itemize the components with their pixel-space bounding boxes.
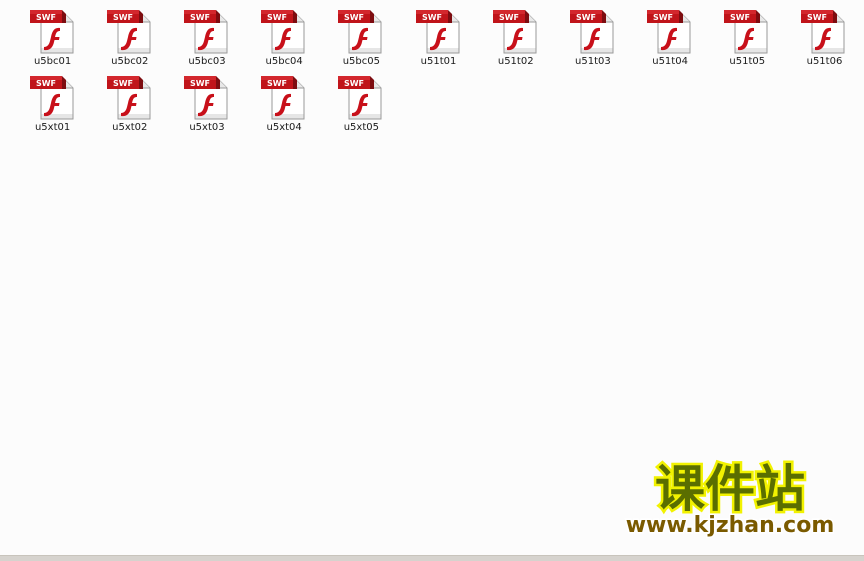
swf-badge-label: SWF (113, 79, 133, 88)
swf-file-icon: SWF (183, 76, 228, 120)
swf-badge-label: SWF (344, 13, 364, 22)
file-name-label: u51t06 (806, 56, 843, 67)
swf-badge-label: SWF (653, 13, 673, 22)
file-name-label: u5bc04 (265, 56, 303, 67)
file-name-label: u5xt03 (189, 122, 225, 133)
file-name-label: u5xt01 (34, 122, 71, 133)
swf-file-icon: SWF (338, 76, 382, 120)
swf-file-icon: SWF (29, 10, 74, 54)
file-name-label: u5bc01 (33, 56, 72, 67)
file-item[interactable]: SWF u51t01 (400, 8, 477, 74)
swf-file-icon: SWF (415, 10, 460, 54)
swf-file-icon: SWF (106, 10, 151, 54)
swf-badge-label: SWF (190, 13, 210, 22)
file-item[interactable]: SWF u5xt04 (246, 74, 323, 140)
file-name-label: u51t05 (729, 56, 766, 67)
swf-badge-label: SWF (730, 13, 750, 22)
swf-file-icon: SWF (261, 10, 305, 54)
file-name-label: u5bc02 (111, 56, 149, 67)
swf-badge-label: SWF (344, 79, 364, 88)
swf-badge-label: SWF (36, 79, 56, 88)
swf-file-icon: SWF (801, 10, 845, 54)
file-item[interactable]: SWF u51t04 (632, 8, 709, 74)
swf-file-icon: SWF (569, 10, 614, 54)
file-item[interactable]: SWF u5xt03 (168, 74, 245, 140)
swf-file-icon: SWF (29, 76, 74, 120)
watermark-graphic: 课件站 www.kjzhan.com (624, 458, 836, 538)
file-item[interactable]: SWF u5xt05 (323, 74, 400, 140)
watermark-url: www.kjzhan.com (626, 513, 835, 538)
file-item[interactable]: SWF u5bc02 (91, 8, 168, 74)
file-item[interactable]: SWF u51t06 (786, 8, 863, 74)
file-item[interactable]: SWF u5xt02 (91, 74, 168, 140)
file-item[interactable]: SWF u5bc01 (14, 8, 91, 74)
swf-badge-label: SWF (113, 13, 133, 22)
file-item[interactable]: SWF u51t05 (709, 8, 786, 74)
swf-file-icon: SWF (261, 76, 305, 120)
swf-badge-label: SWF (499, 13, 519, 22)
file-item[interactable]: SWF u5bc04 (246, 8, 323, 74)
swf-badge-label: SWF (576, 13, 596, 22)
file-item[interactable]: SWF u51t03 (554, 8, 631, 74)
file-name-label: u51t02 (497, 56, 534, 67)
file-name-label: u5xt05 (343, 122, 379, 133)
swf-file-icon: SWF (647, 10, 691, 54)
pane-bottom-border (0, 555, 864, 561)
file-name-label: u5bc03 (188, 56, 226, 67)
swf-file-icon: SWF (183, 10, 228, 54)
file-item[interactable]: SWF u51t02 (477, 8, 554, 74)
watermark-title: 课件站 (655, 460, 805, 518)
swf-file-icon: SWF (338, 10, 382, 54)
file-item[interactable]: SWF u5xt01 (14, 74, 91, 140)
swf-badge-label: SWF (807, 13, 827, 22)
swf-badge-label: SWF (267, 13, 287, 22)
swf-badge-label: SWF (267, 79, 287, 88)
swf-file-icon: SWF (106, 76, 151, 120)
file-name-label: u5xt02 (112, 122, 148, 133)
file-item[interactable]: SWF u5bc05 (323, 8, 400, 74)
swf-badge-label: SWF (36, 13, 56, 22)
swf-badge-label: SWF (190, 79, 210, 88)
swf-file-icon: SWF (492, 10, 537, 54)
swf-file-icon: SWF (724, 10, 768, 54)
file-name-label: u51t04 (652, 56, 688, 67)
file-name-label: u5bc05 (342, 56, 380, 67)
file-name-label: u5xt04 (266, 122, 302, 133)
file-icon-grid: SWF u5bc01 SWF u5bc02 SWF u5bc03 SWF u5bc04 SWF u… (14, 8, 864, 140)
file-name-label: u51t01 (420, 56, 457, 67)
watermark-logo: 课件站 www.kjzhan.com (612, 458, 848, 538)
file-item[interactable]: SWF u5bc03 (168, 8, 245, 74)
file-name-label: u51t03 (575, 56, 611, 67)
swf-badge-label: SWF (422, 13, 442, 22)
